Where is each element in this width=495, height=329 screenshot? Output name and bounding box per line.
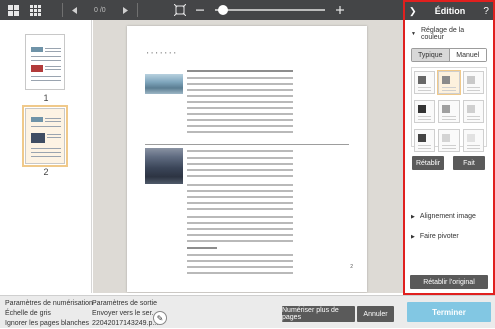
document-viewer[interactable]: ▪ ▪ ▪ ▪ ▪ ▪ ▪ 2 <box>93 20 403 293</box>
scan-setting-color: Échelle de gris <box>5 310 51 317</box>
page-thumbnail-1[interactable] <box>25 34 65 90</box>
thumbnail-image <box>31 65 43 72</box>
image-alignment-section[interactable]: ▶ Alignement image <box>405 213 482 220</box>
document-divider <box>145 144 349 145</box>
document-page-number: 2 <box>350 264 353 270</box>
color-preset-5[interactable] <box>438 100 460 123</box>
page-thumbnail-2[interactable] <box>22 105 68 167</box>
tab-manuel[interactable]: Manuel <box>448 49 486 61</box>
page-thumbnail-number: 2 <box>43 167 49 177</box>
color-adjust-section[interactable]: ▼ Réglage de la couleur <box>405 27 493 41</box>
output-settings[interactable]: Paramètres de sortie Envoyer vers le ser… <box>92 299 158 329</box>
image-alignment-label: Alignement image <box>419 213 476 220</box>
grid-view-large-icon[interactable] <box>6 3 20 17</box>
color-presets-grid <box>411 67 487 152</box>
reset-button[interactable]: Rétablir <box>412 156 444 170</box>
zoom-in-icon[interactable] <box>333 3 347 17</box>
edit-panel-header: ❯ Édition ? <box>405 2 493 20</box>
zoom-slider[interactable] <box>214 5 325 15</box>
done-button[interactable]: Fait <box>453 156 485 170</box>
output-destination: Envoyer vers le ser... <box>92 310 158 317</box>
toolbar-divider <box>62 3 63 17</box>
output-settings-title: Paramètres de sortie <box>92 300 157 307</box>
edit-pencil-icon[interactable]: ✎ <box>153 311 167 325</box>
page-counter: 0 /0 <box>94 6 106 14</box>
reset-original-button[interactable]: Rétablir l'original <box>410 275 488 289</box>
page-thumbnails: 1 2 <box>0 20 92 293</box>
grid-view-small-icon[interactable] <box>28 3 42 17</box>
preset-actions: Rétablir Fait <box>412 156 485 170</box>
color-preset-8[interactable] <box>438 129 460 152</box>
color-preset-4[interactable] <box>414 100 436 123</box>
viewer-toolbar: 0 /0 <box>0 0 403 20</box>
fit-page-icon[interactable] <box>173 3 187 17</box>
color-preset-7[interactable] <box>414 129 436 152</box>
tab-typique[interactable]: Typique <box>412 49 449 61</box>
color-preset-1[interactable] <box>414 71 436 94</box>
edit-panel-title: Édition <box>434 6 466 16</box>
document-page: ▪ ▪ ▪ ▪ ▪ ▪ ▪ 2 <box>127 26 367 292</box>
color-preset-9[interactable] <box>462 129 484 152</box>
toolbar-divider <box>136 3 138 17</box>
finish-button[interactable]: Terminer <box>407 302 491 322</box>
thumbnail-image <box>31 47 43 52</box>
document-photo-city <box>145 148 183 184</box>
zoom-slider-knob[interactable] <box>217 5 228 15</box>
previous-page-icon[interactable] <box>68 3 82 17</box>
bottom-bar: Paramètres de numérisation Échelle de gr… <box>0 295 495 328</box>
color-preset-6[interactable] <box>462 100 484 123</box>
rotate-section[interactable]: ▶ Faire pivoter <box>405 233 465 240</box>
color-adjust-label: Réglage de la couleur <box>420 27 465 41</box>
color-preset-2[interactable] <box>437 70 461 95</box>
document-photo-harbor <box>145 74 183 94</box>
help-icon[interactable]: ? <box>483 6 489 17</box>
scan-settings[interactable]: Paramètres de numérisation Échelle de gr… <box>5 299 93 329</box>
rotate-label: Faire pivoter <box>419 233 459 240</box>
scan-more-pages-button[interactable]: Numériser plus de pages <box>282 306 355 322</box>
zoom-out-icon[interactable] <box>193 3 207 17</box>
color-preset-3[interactable] <box>462 71 484 94</box>
chevron-right-icon[interactable]: ❯ <box>409 6 417 17</box>
document-heading: ▪ ▪ ▪ ▪ ▪ ▪ ▪ <box>147 50 177 55</box>
caret-right-icon: ▶ <box>411 213 415 220</box>
scan-settings-title: Paramètres de numérisation <box>5 300 93 307</box>
next-page-icon[interactable] <box>118 3 132 17</box>
caret-down-icon: ▼ <box>411 31 416 37</box>
caret-right-icon: ▶ <box>411 233 415 240</box>
thumbnail-image <box>31 133 45 143</box>
cancel-button[interactable]: Annuler <box>357 306 394 322</box>
page-thumbnail-number: 1 <box>43 93 49 103</box>
thumbnail-image <box>31 117 43 122</box>
color-mode-toggle: Typique Manuel <box>411 48 487 62</box>
edit-panel: ❯ Édition ? ▼ Réglage de la couleur Typi… <box>403 0 495 295</box>
